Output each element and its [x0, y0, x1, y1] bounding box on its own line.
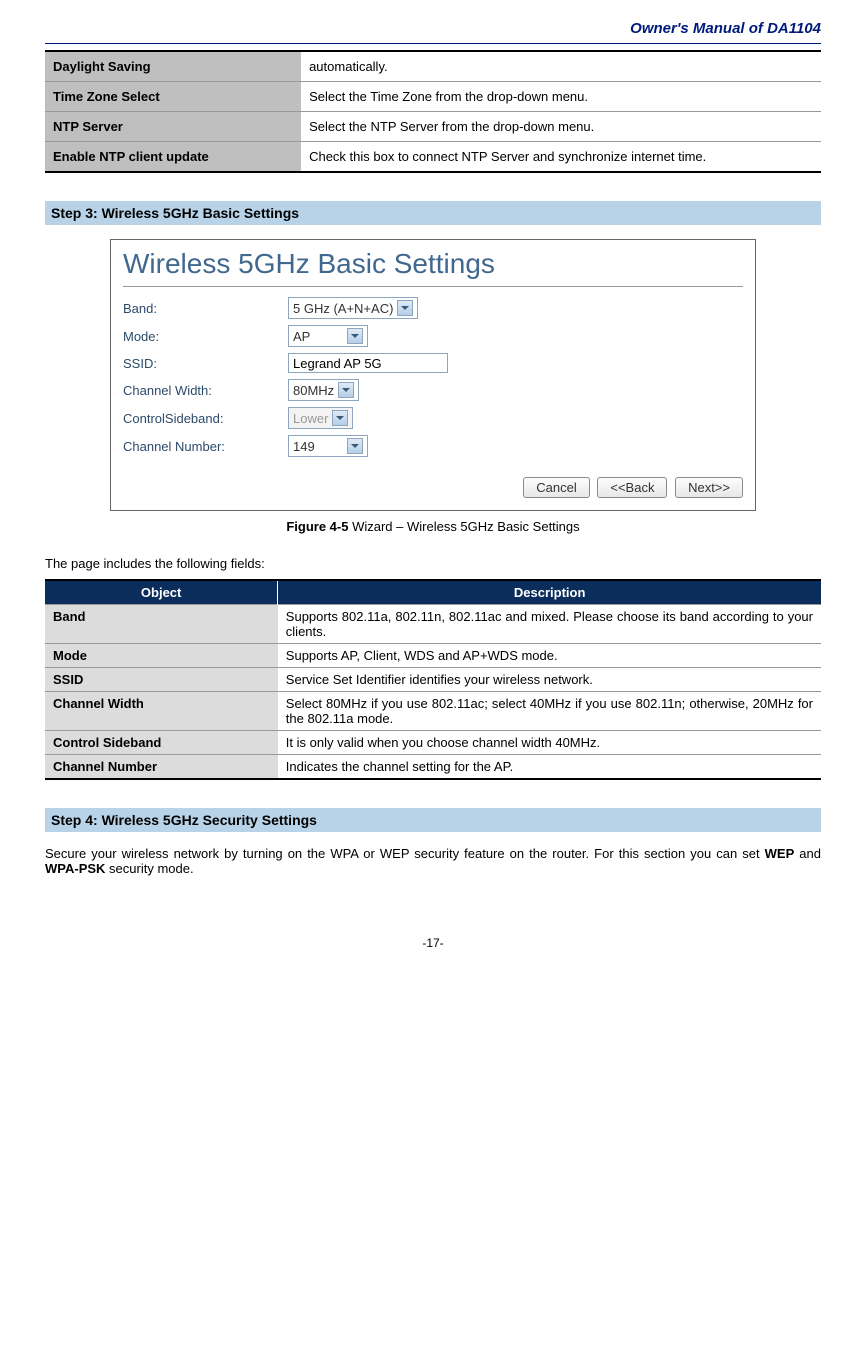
mode-select[interactable]: AP — [288, 325, 368, 347]
figure-number: Figure 4-5 — [286, 519, 348, 534]
page-number: -17- — [45, 936, 821, 950]
table-row: Enable NTP client update Check this box … — [45, 142, 821, 173]
cell-object: SSID — [45, 668, 278, 692]
table-row: SSID Service Set Identifier identifies y… — [45, 668, 821, 692]
control-sideband-value: Lower — [293, 411, 328, 426]
time-table: Daylight Saving automatically. Time Zone… — [45, 50, 821, 173]
table-row: Channel Number Indicates the channel set… — [45, 755, 821, 780]
channel-width-value: 80MHz — [293, 383, 334, 398]
chevron-down-icon — [347, 328, 363, 344]
cell-object: NTP Server — [45, 112, 301, 142]
cell-object: Daylight Saving — [45, 51, 301, 82]
step4-paragraph: Secure your wireless network by turning … — [45, 846, 821, 876]
cell-object: Channel Width — [45, 692, 278, 731]
cell-object: Time Zone Select — [45, 82, 301, 112]
next-button[interactable]: Next>> — [675, 477, 743, 498]
cell-desc: Check this box to connect NTP Server and… — [301, 142, 821, 173]
cell-object: Band — [45, 605, 278, 644]
back-button[interactable]: <<Back — [597, 477, 667, 498]
cell-object: Control Sideband — [45, 731, 278, 755]
channel-number-label: Channel Number: — [123, 439, 288, 454]
band-select[interactable]: 5 GHz (A+N+AC) — [288, 297, 418, 319]
cell-desc: automatically. — [301, 51, 821, 82]
cell-desc: It is only valid when you choose channel… — [278, 731, 821, 755]
cell-desc: Indicates the channel setting for the AP… — [278, 755, 821, 780]
cell-desc: Select the NTP Server from the drop-down… — [301, 112, 821, 142]
description-table: Object Description Band Supports 802.11a… — [45, 579, 821, 780]
step4-heading: Step 4: Wireless 5GHz Security Settings — [45, 808, 821, 832]
figure-text: Wizard – Wireless 5GHz Basic Settings — [348, 519, 579, 534]
cancel-button[interactable]: Cancel — [523, 477, 589, 498]
ssid-input[interactable] — [288, 353, 448, 373]
cell-object: Enable NTP client update — [45, 142, 301, 173]
mode-value: AP — [293, 329, 343, 344]
ssid-label: SSID: — [123, 356, 288, 371]
para-text: and — [794, 846, 821, 861]
table-row: Time Zone Select Select the Time Zone fr… — [45, 82, 821, 112]
divider — [123, 286, 743, 287]
cell-desc: Service Set Identifier identifies your w… — [278, 668, 821, 692]
table-row: Band Supports 802.11a, 802.11n, 802.11ac… — [45, 605, 821, 644]
figure-caption: Figure 4-5 Wizard – Wireless 5GHz Basic … — [45, 519, 821, 534]
para-text: security mode. — [105, 861, 193, 876]
band-value: 5 GHz (A+N+AC) — [293, 301, 393, 316]
table-row: Channel Width Select 80MHz if you use 80… — [45, 692, 821, 731]
bold-wpapsk: WPA-PSK — [45, 861, 105, 876]
chevron-down-icon — [397, 300, 413, 316]
wireless-settings-panel: Wireless 5GHz Basic Settings Band: 5 GHz… — [110, 239, 756, 511]
chevron-down-icon — [332, 410, 348, 426]
header-description: Description — [278, 580, 821, 605]
bold-wep: WEP — [765, 846, 795, 861]
cell-object: Mode — [45, 644, 278, 668]
mode-label: Mode: — [123, 329, 288, 344]
band-label: Band: — [123, 301, 288, 316]
table-row: NTP Server Select the NTP Server from th… — [45, 112, 821, 142]
channel-width-select[interactable]: 80MHz — [288, 379, 359, 401]
chevron-down-icon — [338, 382, 354, 398]
step3-heading: Step 3: Wireless 5GHz Basic Settings — [45, 201, 821, 225]
table-row: Control Sideband It is only valid when y… — [45, 731, 821, 755]
control-sideband-label: ControlSideband: — [123, 411, 288, 426]
cell-desc: Supports 802.11a, 802.11n, 802.11ac and … — [278, 605, 821, 644]
page-header: Owner's Manual of DA1104 — [45, 20, 821, 44]
cell-desc: Select the Time Zone from the drop-down … — [301, 82, 821, 112]
channel-number-select[interactable]: 149 — [288, 435, 368, 457]
header-object: Object — [45, 580, 278, 605]
fields-intro: The page includes the following fields: — [45, 556, 821, 571]
cell-object: Channel Number — [45, 755, 278, 780]
table-row: Mode Supports AP, Client, WDS and AP+WDS… — [45, 644, 821, 668]
table-row: Daylight Saving automatically. — [45, 51, 821, 82]
cell-desc: Select 80MHz if you use 802.11ac; select… — [278, 692, 821, 731]
para-text: Secure your wireless network by turning … — [45, 846, 765, 861]
channel-number-value: 149 — [293, 439, 343, 454]
panel-title: Wireless 5GHz Basic Settings — [123, 248, 743, 280]
chevron-down-icon — [347, 438, 363, 454]
channel-width-label: Channel Width: — [123, 383, 288, 398]
control-sideband-select: Lower — [288, 407, 353, 429]
cell-desc: Supports AP, Client, WDS and AP+WDS mode… — [278, 644, 821, 668]
